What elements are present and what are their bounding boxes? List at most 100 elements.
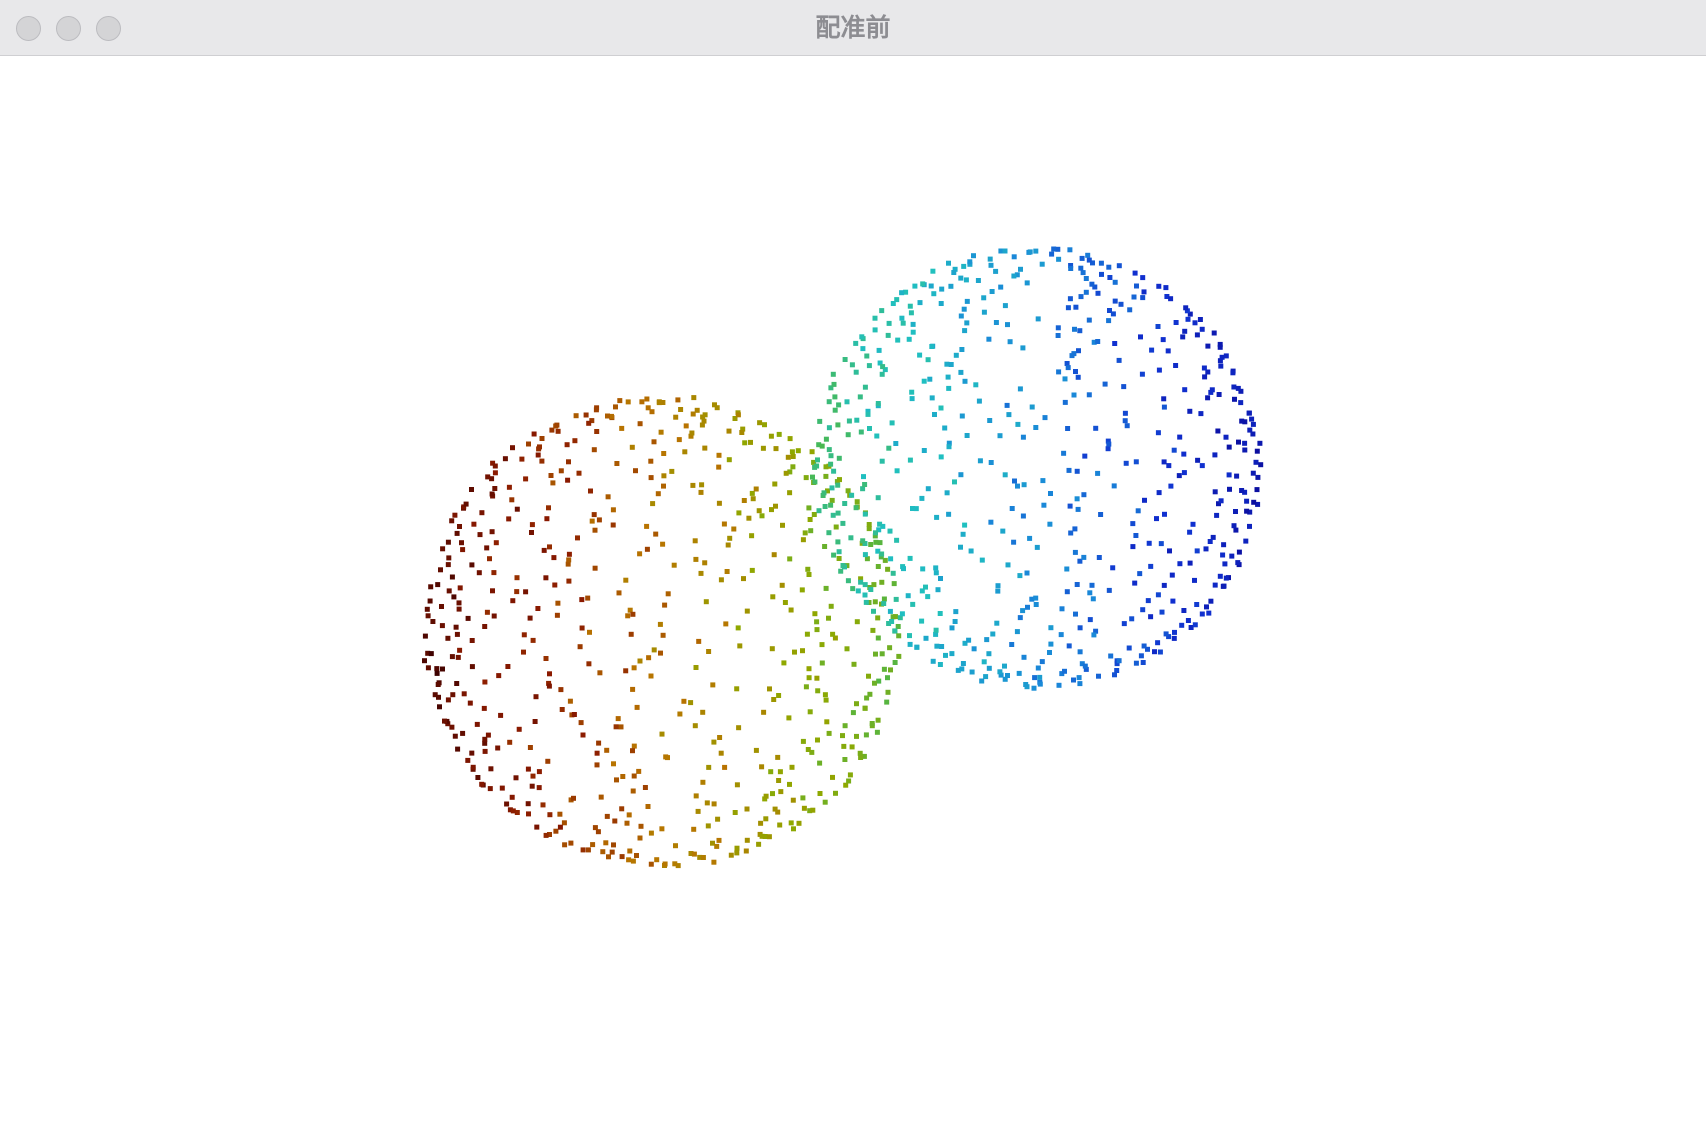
cloud-point [585, 847, 591, 853]
cloud-point [1187, 560, 1193, 566]
cloud-point [690, 482, 696, 488]
cloud-point [831, 468, 837, 474]
cloud-point [1047, 521, 1053, 527]
cloud-point [1239, 488, 1245, 493]
title-bar[interactable]: 配准前 [0, 0, 1706, 56]
cloud-point [961, 306, 967, 312]
cloud-point [482, 624, 488, 629]
cloud-point [933, 627, 939, 633]
cloud-point [817, 791, 823, 796]
cloud-point [1080, 270, 1086, 276]
cloud-point [815, 688, 821, 694]
cloud-point [791, 826, 796, 832]
cloud-point [1024, 570, 1030, 576]
cloud-point [689, 430, 695, 436]
cloud-point [1172, 629, 1177, 635]
cloud-point [845, 578, 851, 584]
cloud-point [615, 716, 621, 722]
cloud-point [893, 596, 899, 602]
cloud-point [521, 649, 526, 655]
cloud-point [949, 625, 955, 631]
cloud-point [879, 458, 885, 464]
cloud-point [938, 576, 943, 581]
cloud-point [930, 268, 936, 274]
cloud-point [866, 363, 872, 369]
cloud-point [482, 679, 488, 685]
cloud-point [1112, 279, 1118, 285]
cloud-point [833, 790, 838, 796]
cloud-point [894, 537, 900, 543]
cloud-point [768, 769, 774, 775]
cloud-point [509, 794, 515, 800]
point-cloud-viewport[interactable] [0, 56, 1706, 1136]
cloud-point [875, 564, 881, 569]
cloud-point [997, 669, 1003, 675]
cloud-point [612, 818, 618, 824]
cloud-point [946, 260, 951, 266]
cloud-point [777, 769, 783, 775]
cloud-point [859, 334, 865, 340]
cloud-point [1169, 572, 1175, 578]
cloud-point [1146, 540, 1152, 546]
cloud-point [1055, 333, 1061, 338]
cloud-point [872, 680, 877, 686]
point-cloud-canvas[interactable] [0, 56, 1706, 1136]
cloud-point [860, 346, 866, 352]
cloud-point [937, 662, 943, 667]
cloud-point [735, 412, 741, 418]
cloud-point [673, 843, 678, 849]
cloud-point [1168, 296, 1174, 302]
cloud-point [857, 750, 863, 756]
cloud-point [917, 352, 923, 358]
cloud-point [1235, 560, 1241, 566]
cloud-point [1077, 328, 1083, 334]
cloud-point [1139, 371, 1145, 377]
cloud-point [826, 399, 832, 405]
cloud-point [702, 445, 708, 451]
cloud-point [488, 766, 494, 772]
cloud-point [959, 347, 965, 352]
cloud-point [1081, 492, 1087, 498]
cloud-point [1180, 334, 1186, 340]
cloud-point [630, 611, 636, 617]
cloud-point [1074, 582, 1080, 587]
cloud-point [823, 697, 829, 703]
cloud-point [1007, 339, 1013, 345]
cloud-point [700, 414, 706, 420]
cloud-point [1246, 410, 1252, 416]
cloud-point [809, 449, 815, 455]
cloud-point [648, 830, 654, 836]
cloud-point [1140, 660, 1146, 665]
cloud-point [1118, 301, 1124, 307]
cloud-point [879, 308, 885, 314]
cloud-point [927, 376, 933, 382]
cloud-point [787, 436, 793, 442]
cloud-point [995, 588, 1001, 594]
cloud-point [914, 644, 920, 650]
cloud-point [449, 654, 455, 660]
cloud-point [1096, 555, 1102, 560]
cloud-point [1219, 354, 1225, 360]
cloud-point [964, 433, 970, 438]
cloud-point [759, 513, 765, 519]
cloud-point [1258, 462, 1264, 468]
cloud-point [822, 799, 828, 805]
cloud-point [695, 808, 701, 814]
cloud-point [651, 439, 657, 445]
cloud-point [618, 724, 624, 730]
cloud-point [605, 413, 610, 419]
cloud-point [636, 768, 642, 774]
cloud-point [1065, 426, 1071, 431]
cloud-point [867, 691, 873, 697]
cloud-point [763, 816, 769, 822]
cloud-point [491, 570, 497, 576]
cloud-point [933, 565, 939, 571]
cloud-point [1095, 339, 1101, 344]
cloud-point [854, 733, 859, 739]
cloud-point [1077, 681, 1083, 687]
cloud-point [658, 650, 663, 656]
cloud-point [763, 793, 769, 799]
cloud-point [1059, 606, 1065, 612]
cloud-point [910, 329, 916, 335]
cloud-point [588, 488, 593, 494]
